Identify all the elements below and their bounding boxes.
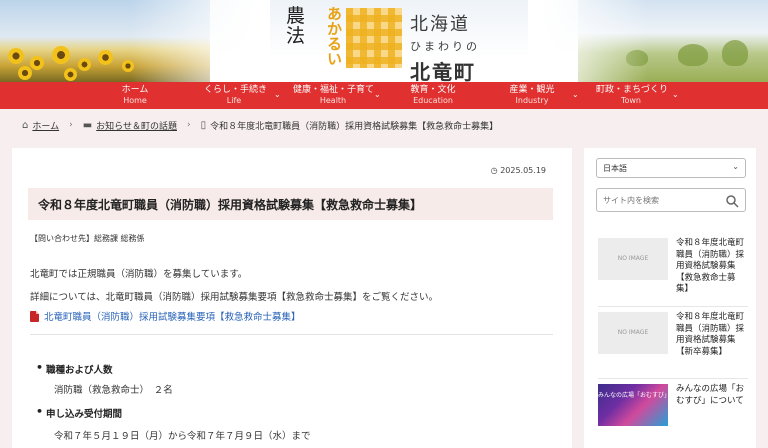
chevron-down-icon[interactable]: ⌄ [374,90,381,99]
post-thumbnail-image: みんなの広場「おむすび」 [598,384,670,426]
site-logo[interactable]: 農法 あかるい 北海道 ひまわりの 北竜町 [286,4,486,82]
recent-post-card[interactable]: みんなの広場「おむすび」 みんなの広場「おむすび」について [598,384,748,448]
divider [30,334,553,335]
pdf-icon [30,310,39,322]
nav-item-industry[interactable]: 産業・観光 Industry [508,82,556,109]
post-date-text: 2025.05.19 [500,166,546,175]
list-item-heading: 職種および人数 [36,361,112,376]
article-title-box: 令和８年度北竜町職員（消防職）採用資格試験募集【救急救命士募集】 [28,188,553,220]
nav-item-health[interactable]: 健康・福祉・子育て Health [293,82,374,109]
sidebar: 日本語 ⌄ NO IMAGE 令和８年度北竜町職員（消防職）採用資格試験募集【救… [584,148,756,448]
recent-post-card[interactable]: NO IMAGE 令和８年度北竜町職員（消防職）採用資格試験募集【救急救命士募集… [598,238,748,302]
intro-paragraph: 北竜町では正規職員（消防職）を募集しています。 [30,269,248,280]
site-header: 農法 あかるい 北海道 ひまわりの 北竜町 [0,0,768,82]
chevron-right-icon: › [186,120,191,130]
recent-post-card[interactable]: NO IMAGE 令和８年度北竜町職員（消防職）採用資格試験募集【新卒募集】 [598,312,748,376]
language-select[interactable]: 日本語 ⌄ [596,158,746,178]
post-thumbnail: NO IMAGE [598,238,668,280]
chevron-down-icon[interactable]: ⌄ [572,90,579,99]
search-icon[interactable] [725,194,739,208]
post-title: 令和８年度北竜町職員（消防職）採用資格試験募集【新卒募集】 [676,312,745,357]
folder-icon: ▬ [82,119,93,131]
home-icon: ⌂ [22,119,29,131]
logo-kana: あかるい [325,6,343,66]
language-select-value: 日本語 [603,164,627,173]
breadcrumb-category-link[interactable]: お知らせ＆町の話題 [96,119,177,132]
pdf-link-label: 北竜町職員（消防職）採用試験募集要項【救急救命士募集】 [44,312,301,323]
breadcrumb-home-link[interactable]: ホーム [32,119,59,132]
document-icon: ▯ [200,119,207,131]
divider [598,378,748,379]
breadcrumb-current: 令和８年度北竜町職員（消防職）採用資格試験募集【救急救命士募集】 [210,121,499,132]
pdf-link[interactable]: 北竜町職員（消防職）採用試験募集要項【救急救命士募集】 [30,309,301,323]
site-search-input[interactable] [596,188,746,212]
post-thumbnail: NO IMAGE [598,312,668,354]
logo-himawari: ひまわりの [410,40,480,53]
list-item-value: 令和７年５月１９日（月）から令和７年７月９日（水）まで [54,431,311,442]
chevron-down-icon: ⌄ [732,162,739,171]
divider [598,306,748,307]
nav-item-town[interactable]: 町政・まちづくり Town [596,82,668,109]
logo-hokkaido: 北海道 [410,14,470,35]
post-title: みんなの広場「おむすび」について [676,384,745,406]
nav-item-home[interactable]: ホーム Home [120,82,150,109]
clock-icon: ◷ [490,166,498,175]
article-card: ◷ 2025.05.19 令和８年度北竜町職員（消防職）採用資格試験募集【救急救… [12,148,572,448]
article-title: 令和８年度北竜町職員（消防職）採用資格試験募集【救急救命士募集】 [38,198,423,212]
logo-check-pattern [346,8,402,68]
main-nav: ホーム Home くらし・手続き Life ⌄ 健康・福祉・子育て Health… [0,82,768,109]
post-title: 令和８年度北竜町職員（消防職）採用資格試験募集【救急救命士募集】 [676,238,745,294]
logo-kanji: 農法 [286,5,306,47]
contact-info: 【問い合わせ先】総務課 総務係 [30,234,145,243]
nav-item-education[interactable]: 教育・文化 Education [410,82,456,109]
list-item-heading: 申し込み受付期間 [36,405,122,420]
chevron-down-icon[interactable]: ⌄ [672,90,679,99]
breadcrumb: ⌂ ホーム › ▬ お知らせ＆町の話題 › ▯ 令和８年度北竜町職員（消防職）採… [22,118,498,132]
chevron-right-icon: › [69,120,73,130]
post-date: ◷ 2025.05.19 [491,166,546,175]
nav-item-life[interactable]: くらし・手続き Life [204,82,267,109]
chevron-down-icon[interactable]: ⌄ [274,90,281,99]
details-paragraph: 詳細については、北竜町職員（消防職）採用試験募集要項【救急救命士募集】をご覧くだ… [30,292,439,303]
logo-town-name: 北竜町 [410,60,476,82]
list-item-value: 消防職（救急救命士） ２名 [54,385,173,396]
